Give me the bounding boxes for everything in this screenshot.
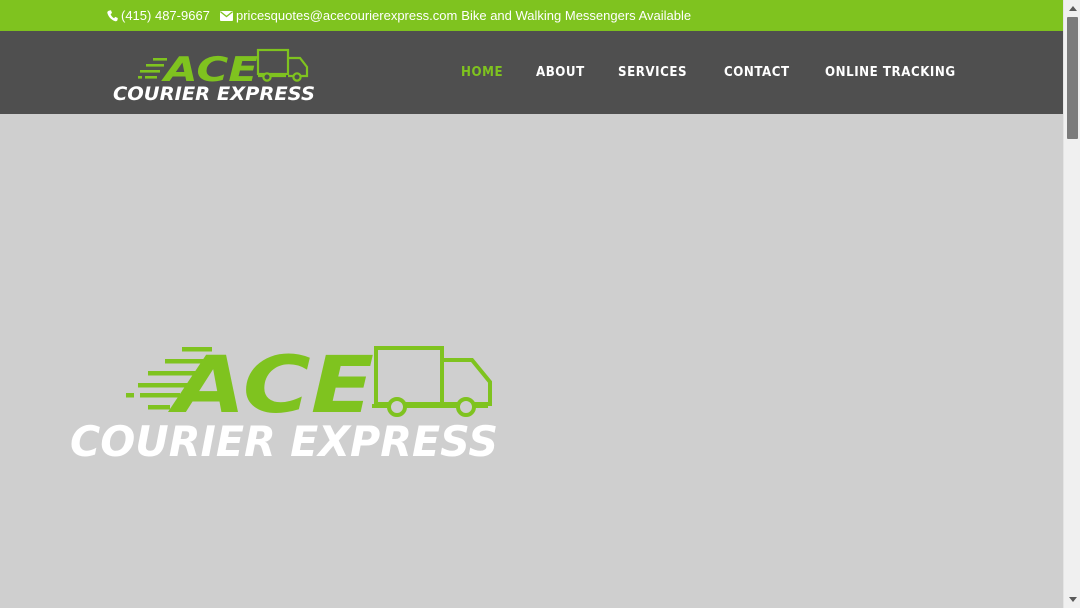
scroll-down-arrow-icon[interactable] (1064, 591, 1080, 608)
nav-item-home[interactable]: HOME (461, 64, 503, 80)
hero-logo-courier-express-text: COURIER EXPRESS (70, 417, 498, 460)
hero-logo: ACE COURIER EXPRESS (70, 341, 498, 460)
main-navigation: HOME ABOUT SERVICES CONTACT ONLINE TRACK… (461, 64, 1001, 80)
hero-truck-icon (372, 346, 492, 417)
speed-lines-icon (138, 58, 167, 79)
nav-item-contact[interactable]: CONTACT (724, 64, 790, 80)
phone-icon (107, 9, 118, 22)
nav-item-services[interactable]: SERVICES (618, 64, 687, 80)
scroll-up-arrow-icon[interactable] (1064, 0, 1080, 17)
truck-icon (256, 48, 309, 82)
scrollbar-thumb[interactable] (1067, 17, 1078, 139)
page-scrollbar[interactable] (1063, 0, 1080, 608)
top-contact-bar: (415) 487-9667 pricesquotes@acecourierex… (0, 0, 1063, 31)
nav-item-online-tracking[interactable]: ONLINE TRACKING (825, 64, 956, 80)
email-contact: pricesquotes@acecourierexpress.com Bike … (220, 8, 691, 23)
nav-item-about[interactable]: ABOUT (536, 64, 585, 80)
site-header: ACE COURIER EXPRESS HOME ABOUT SERVICES … (0, 31, 1063, 114)
phone-number[interactable]: (415) 487-9667 (121, 8, 210, 23)
envelope-icon (220, 10, 233, 21)
hero-section: ACE COURIER EXPRESS (0, 114, 1063, 608)
email-address[interactable]: pricesquotes@acecourierexpress.com (236, 8, 457, 23)
logo-courier-express-text: COURIER EXPRESS (113, 83, 315, 102)
phone-contact[interactable]: (415) 487-9667 (107, 8, 210, 23)
tagline-text: Bike and Walking Messengers Available (461, 8, 692, 23)
site-logo[interactable]: ACE COURIER EXPRESS (110, 44, 320, 102)
